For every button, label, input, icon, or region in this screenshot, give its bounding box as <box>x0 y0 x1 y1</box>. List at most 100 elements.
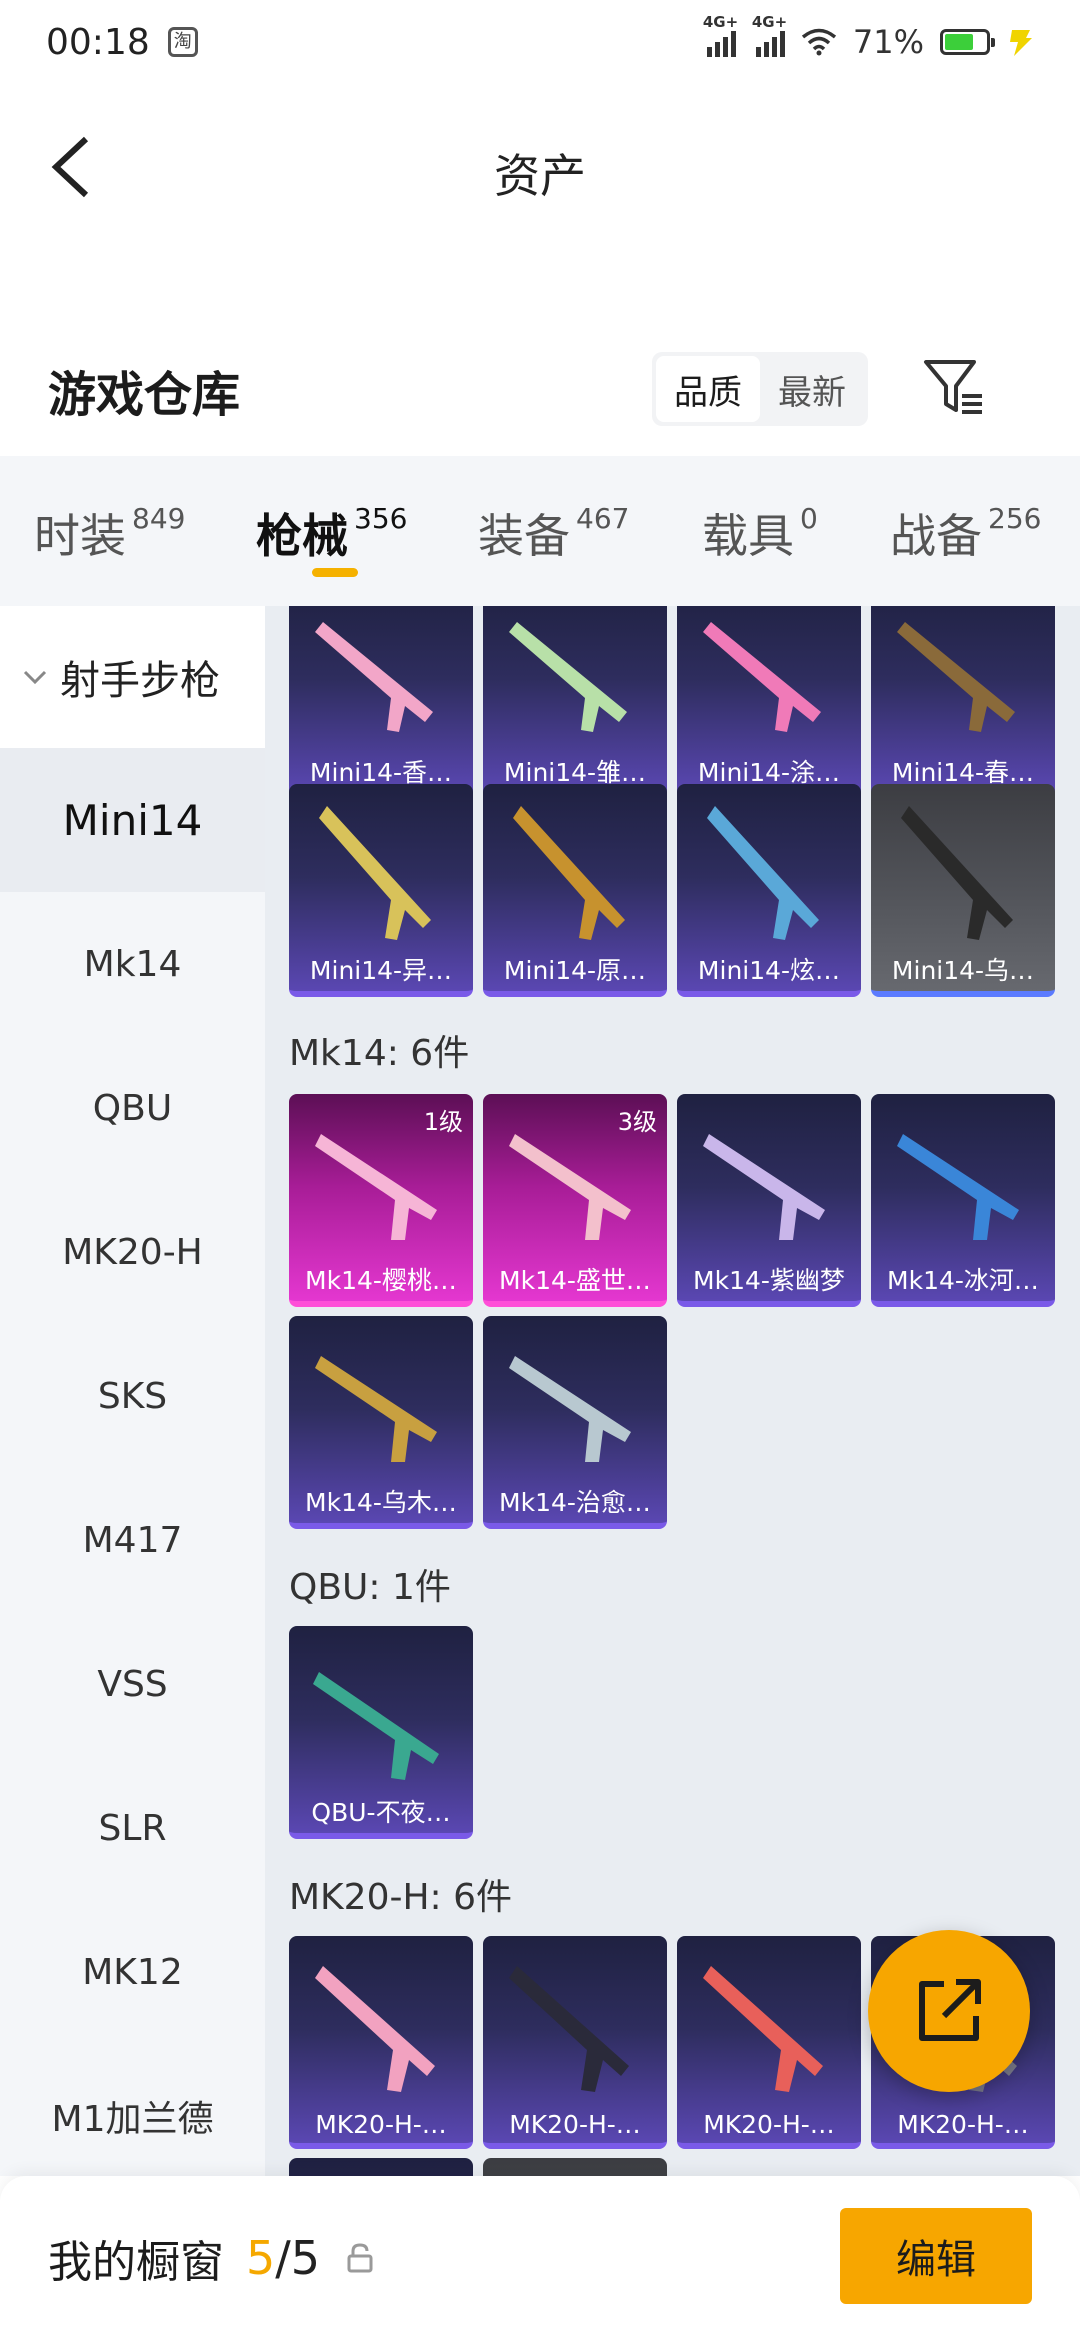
sidebar-item-mk20h[interactable]: MK20-H <box>0 1180 265 1324</box>
rifle-icon <box>319 806 431 940</box>
battery-percent: 71% <box>852 23 924 61</box>
weapon-card[interactable]: Mini14-春… <box>871 606 1055 799</box>
sidebar-item-sks[interactable]: SKS <box>0 1324 265 1468</box>
sort-quality-option[interactable]: 品质 <box>656 356 760 422</box>
lock-icon <box>347 2243 373 2273</box>
sidebar-item-mk14[interactable]: Mk14 <box>0 892 265 1036</box>
network-type-1: 4G+ <box>702 13 739 31</box>
status-time: 00:18 <box>46 21 150 63</box>
weapon-card[interactable]: Mk14-冰河… <box>871 1094 1055 1307</box>
weapon-card-label: Mk14-乌木… <box>305 1488 457 1517</box>
tab-supplies[interactable]: 战备 256 <box>890 500 1041 566</box>
sidebar-item-mini14[interactable]: Mini14 <box>0 748 265 892</box>
weapon-card[interactable]: Mini14-原… <box>483 784 667 997</box>
weapon-card[interactable] <box>483 2158 667 2176</box>
weapon-card-label: Mk14-盛世… <box>499 1266 651 1295</box>
section-title-qbu: QBU: 1件 <box>289 1567 451 1608</box>
weapon-level-badge: 1级 <box>423 1108 463 1136</box>
share-icon <box>919 1979 981 2041</box>
page-title: 资产 <box>494 149 586 203</box>
weapon-sidebar: 射手步枪 Mini14 Mk14 QBU MK20-H SKS M417 VSS… <box>0 606 265 2176</box>
filter-icon[interactable] <box>922 356 986 420</box>
sort-toggle: 品质 最新 <box>652 352 868 426</box>
weapon-card[interactable]: Mini14-乌… <box>871 784 1055 997</box>
tab-guns[interactable]: 枪械 356 <box>256 500 407 566</box>
weapon-card[interactable] <box>289 2158 473 2176</box>
rifle-icon <box>703 1966 823 2092</box>
tab-count: 256 <box>988 502 1042 535</box>
sidebar-group-label: 射手步枪 <box>60 658 220 704</box>
category-tabs: 时装 849 枪械 356 装备 467 载具 0 战备 256 <box>0 456 1080 606</box>
weapon-card[interactable]: Mk14-乌木… <box>289 1316 473 1529</box>
rifle-icon <box>513 806 625 940</box>
showcase-label: 我的橱窗 <box>48 2237 224 2288</box>
tab-label: 枪械 <box>256 509 348 563</box>
section-title-mk14: Mk14: 6件 <box>289 1033 470 1074</box>
weapon-card[interactable]: Mini14-异… <box>289 784 473 997</box>
weapon-card-label: MK20-H-… <box>703 2110 835 2139</box>
weapon-card-label: MK20-H-… <box>315 2110 447 2139</box>
weapon-card-label: Mk14-樱桃… <box>305 1266 457 1295</box>
edit-button[interactable]: 编辑 <box>840 2208 1032 2304</box>
showcase-current: 5 <box>246 2231 276 2285</box>
weapon-card[interactable]: 3级 Mk14-盛世… <box>483 1094 667 1307</box>
rifle-icon <box>313 1672 439 1780</box>
weapon-card-label: MK20-H-… <box>509 2110 641 2139</box>
taobao-notification-icon: 淘 <box>167 27 198 57</box>
weapon-card-label: Mini14-乌… <box>891 956 1035 985</box>
tab-equipment[interactable]: 装备 467 <box>478 500 629 566</box>
weapon-card-label: Mk14-紫幽梦 <box>693 1266 845 1295</box>
weapon-card[interactable]: Mk14-紫幽梦 <box>677 1094 861 1307</box>
status-bar: 00:18 淘 4G+ 4G+ 71% <box>0 0 1080 84</box>
cellular-signal-icon: 4G+ <box>703 13 738 57</box>
tab-count: 849 <box>132 502 186 535</box>
tab-fashion[interactable]: 时装 849 <box>34 500 185 566</box>
rifle-icon <box>315 1966 435 2092</box>
weapon-card[interactable]: Mk14-治愈… <box>483 1316 667 1529</box>
share-button[interactable] <box>868 1930 1030 2092</box>
weapon-card[interactable]: MK20-H-… <box>677 1936 861 2149</box>
chevron-down-icon <box>23 670 47 685</box>
battery-level <box>945 34 974 50</box>
showcase-bar: 我的橱窗 5/5 编辑 <box>0 2176 1080 2340</box>
rifle-icon <box>897 622 1015 732</box>
weapon-card-label: Mini14-炫… <box>697 956 841 985</box>
sidebar-item-mk12[interactable]: MK12 <box>0 1900 265 2044</box>
rifle-icon <box>703 1134 825 1240</box>
sidebar-item-m417[interactable]: M417 <box>0 1468 265 1612</box>
tab-label: 时装 <box>34 509 126 563</box>
tab-count: 467 <box>576 502 630 535</box>
weapon-card[interactable]: MK20-H-… <box>483 1936 667 2149</box>
active-tab-indicator <box>312 568 358 577</box>
status-indicators: 4G+ 4G+ 71% <box>703 13 1034 61</box>
weapon-card[interactable]: Mini14-炫… <box>677 784 861 997</box>
rifle-icon <box>315 1356 437 1462</box>
rifle-icon <box>509 622 627 732</box>
weapon-card-label: Mini14-原… <box>503 956 647 985</box>
sidebar-item-vss[interactable]: VSS <box>0 1612 265 1756</box>
tab-label: 载具 <box>702 509 794 563</box>
cellular-signal-icon-2: 4G+ <box>752 13 787 57</box>
rifle-icon <box>901 806 1013 940</box>
weapon-card[interactable]: Mini14-涂… <box>677 606 861 799</box>
tab-count: 356 <box>354 502 408 535</box>
weapon-card[interactable]: QBU-不夜… <box>289 1626 473 1839</box>
weapon-card-label: Mk14-治愈… <box>499 1488 651 1517</box>
sort-newest-option[interactable]: 最新 <box>760 356 864 422</box>
sidebar-group-marksman[interactable]: 射手步枪 <box>0 606 265 748</box>
weapon-card[interactable]: Mini14-香… <box>289 606 473 799</box>
sidebar-item-m1-garand[interactable]: M1加兰德 <box>0 2044 265 2176</box>
weapon-card-label: Mini14-异… <box>309 956 453 985</box>
sidebar-item-qbu[interactable]: QBU <box>0 1036 265 1180</box>
weapon-level-badge: 3级 <box>617 1108 657 1136</box>
charging-icon <box>1010 30 1032 56</box>
rifle-icon <box>707 806 819 940</box>
network-type-2: 4G+ <box>751 13 788 31</box>
weapon-card-label: MK20-H-… <box>897 2110 1029 2139</box>
sidebar-item-slr[interactable]: SLR <box>0 1756 265 1900</box>
weapon-card[interactable]: MK20-H-… <box>289 1936 473 2149</box>
weapon-card[interactable]: 1级 Mk14-樱桃… <box>289 1094 473 1307</box>
battery-icon <box>940 29 995 55</box>
tab-vehicles[interactable]: 载具 0 <box>702 500 818 566</box>
weapon-card[interactable]: Mini14-雏… <box>483 606 667 799</box>
